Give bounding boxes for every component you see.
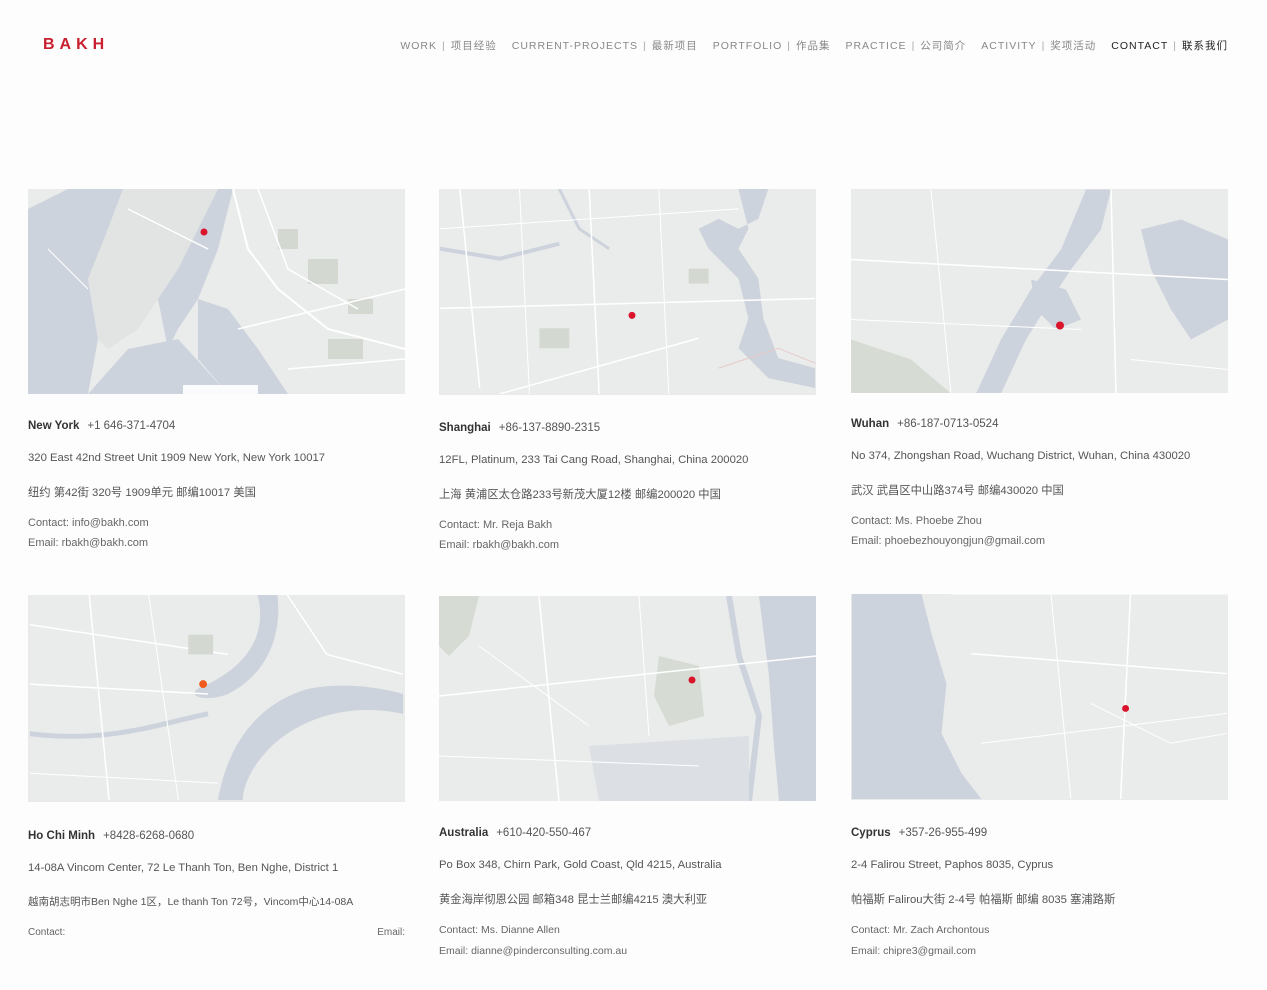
office-card-australia: Australia +610-420-550-467 Po Box 348, Ch…: [439, 596, 816, 957]
office-card-shanghai: Shanghai +86-137-8890-2315 12FL, Platinum…: [439, 189, 816, 551]
nav-separator: |: [1173, 40, 1177, 52]
office-card-ho-chi-minh: Ho Chi Minh +8428-6268-0680 14-08A Vincom…: [28, 595, 405, 938]
phone-number: +86-187-0713-0524: [897, 418, 999, 430]
nav-portfolio[interactable]: PORTFOLIO | 作品集: [713, 38, 831, 53]
address-en: 12FL, Platinum, 233 Tai Cang Road, Shang…: [439, 454, 749, 466]
wuhan-map[interactable]: [851, 189, 1228, 393]
phone-number: +1 646-371-4704: [87, 420, 176, 432]
shanghai-map[interactable]: [439, 189, 816, 395]
city-name: Cyprus: [851, 827, 891, 839]
new-york-map[interactable]: [28, 189, 405, 394]
contact-line: Contact:: [28, 927, 66, 938]
phone-number: +357-26-955-499: [898, 827, 988, 839]
nav-practice-label: PRACTICE: [845, 40, 907, 52]
nav-contact-cn: 联系我们: [1182, 40, 1228, 52]
wuhan-heading: Wuhan +86-187-0713-0524: [851, 418, 998, 430]
phone-number: +86-137-8890-2315: [498, 422, 601, 434]
nav-activity-label: ACTIVITY: [981, 40, 1037, 52]
shanghai-heading: Shanghai +86-137-8890-2315: [439, 422, 600, 434]
city-name: Shanghai: [439, 422, 491, 434]
nav-current-projects[interactable]: CURRENT-PROJECTS | 最新项目: [512, 38, 698, 53]
main-nav: WORK | 项目经验 CURRENT-PROJECTS | 最新项目 PORTFOLI…: [385, 38, 1228, 53]
address-en: 14-08A Vincom Center, 72 Le Thanh Ton, B…: [28, 862, 339, 874]
address-cn: 纽约 第42街 320号 1909单元 邮编10017 美国: [28, 487, 256, 499]
city-name: Wuhan: [851, 418, 890, 430]
phone-number: +8428-6268-0680: [103, 830, 195, 842]
address-cn: 帕福斯 Falirou大街 2-4号 帕福斯 邮编 8035 塞浦路斯: [851, 894, 1116, 906]
ho-chi-minh-map-graphic: [29, 595, 404, 800]
nav-practice[interactable]: PRACTICE | 公司简介: [845, 38, 966, 53]
nav-current-projects-cn: 最新项目: [651, 40, 698, 52]
email-link[interactable]: Email:: [377, 927, 405, 938]
contact-line: Contact: Mr. Zach Archontous: [851, 924, 990, 936]
address-en: No 374, Zhongshan Road, Wuchang District…: [851, 450, 1191, 462]
email-link[interactable]: Email: rbakh@bakh.com: [28, 537, 148, 549]
australia-map[interactable]: [439, 596, 816, 801]
office-card-new-york: New York +1 646-371-4704 320 East 42nd St…: [28, 189, 405, 549]
city-name: Australia: [439, 827, 489, 839]
email-link[interactable]: Email: phoebezhouyongjun@gmail.com: [851, 535, 1045, 547]
city-name: New York: [28, 420, 80, 432]
shanghai-map-graphic: [439, 189, 816, 394]
nav-separator: |: [442, 40, 446, 52]
nav-separator: |: [787, 40, 791, 52]
ho-chi-minh-map[interactable]: [28, 595, 405, 802]
ho-chi-minh-heading: Ho Chi Minh +8428-6268-0680: [28, 830, 194, 842]
nav-work-cn: 项目经验: [450, 40, 497, 52]
nav-portfolio-cn: 作品集: [795, 40, 831, 52]
contact-line: Contact: Mr. Reja Bakh: [439, 519, 553, 531]
email-link[interactable]: Email: rbakh@bakh.com: [439, 539, 559, 551]
address-en: Po Box 348, Chirn Park, Gold Coast, Qld …: [439, 859, 722, 871]
contact-line: Contact: Ms. Phoebe Zhou: [851, 515, 982, 527]
australia-map-graphic: [439, 596, 816, 801]
nav-contact[interactable]: CONTACT | 联系我们: [1111, 38, 1228, 53]
cyprus-map[interactable]: [851, 594, 1228, 800]
email-link[interactable]: Email: chipre3@gmail.com: [851, 945, 976, 957]
address-cn: 越南胡志明市Ben Nghe 1区，Le thanh Ton 72号，Vinco…: [28, 896, 354, 908]
bakh-logo[interactable]: BAKH: [43, 36, 109, 54]
nav-portfolio-label: PORTFOLIO: [712, 40, 783, 52]
office-card-cyprus: Cyprus +357-26-955-499 2-4 Falirou Street…: [851, 594, 1228, 957]
nav-separator: |: [643, 40, 647, 52]
address-cn: 武汉 武昌区中山路374号 邮编430020 中国: [851, 485, 1064, 497]
contact-line: Contact: Ms. Dianne Allen: [439, 924, 560, 936]
address-cn: 上海 黄浦区太仓路233号新茂大厦12楼 邮编200020 中国: [439, 489, 721, 501]
office-card-wuhan: Wuhan +86-187-0713-0524 No 374, Zhongshan…: [851, 189, 1228, 547]
city-name: Ho Chi Minh: [28, 830, 96, 842]
wuhan-map-graphic: [851, 189, 1228, 393]
nav-activity[interactable]: ACTIVITY | 奖项活动: [981, 38, 1096, 53]
email-link[interactable]: Email: dianne@pinderconsulting.com.au: [439, 945, 627, 957]
australia-heading: Australia +610-420-550-467: [439, 827, 591, 839]
address-en: 320 East 42nd Street Unit 1909 New York,…: [28, 452, 326, 464]
nav-separator: |: [1041, 40, 1046, 52]
contact-line: Contact: info@bakh.com: [28, 517, 149, 529]
nav-activity-cn: 奖项活动: [1050, 40, 1097, 52]
site-header: BAKH WORK | 项目经验 CURRENT-PROJECTS | 最新项目 POR…: [0, 0, 1267, 90]
cyprus-map-graphic: [851, 594, 1228, 799]
nav-work-label: WORK: [400, 40, 438, 52]
cyprus-heading: Cyprus +357-26-955-499: [851, 827, 987, 839]
address-en: 2-4 Falirou Street, Paphos 8035, Cyprus: [851, 859, 1054, 871]
nav-contact-label: CONTACT: [1111, 40, 1169, 52]
address-cn: 黄金海岸彻恩公园 邮箱348 昆士兰邮编4215 澳大利亚: [439, 894, 708, 906]
phone-number: +610-420-550-467: [496, 827, 592, 839]
nav-separator: |: [911, 40, 916, 52]
nav-work[interactable]: WORK | 项目经验: [400, 38, 496, 53]
new-york-map-graphic: [28, 189, 405, 394]
nav-practice-cn: 公司简介: [920, 40, 967, 52]
new-york-heading: New York +1 646-371-4704: [28, 420, 175, 432]
nav-current-projects-label: CURRENT-PROJECTS: [511, 40, 639, 52]
